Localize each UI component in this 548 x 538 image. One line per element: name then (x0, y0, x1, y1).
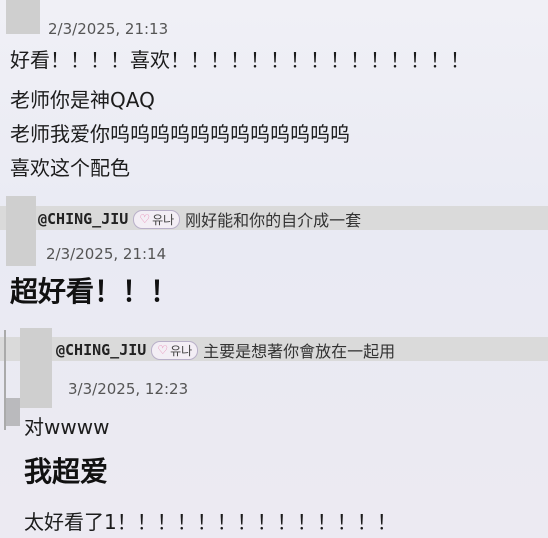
badge-label: 유나 (152, 212, 175, 227)
user-badge: ♡ 유나 (133, 209, 181, 229)
avatar-edge (6, 398, 20, 426)
message-line: 老师我爱你呜呜呜呜呜呜呜呜呜呜呜呜 (10, 122, 350, 146)
reply-text: 主要是想著你會放在一起用 (203, 342, 396, 361)
badge-label: 유나 (170, 343, 193, 358)
timestamp: 2/3/2025, 21:13 (48, 20, 169, 38)
message-line: 对wwww (24, 415, 110, 439)
timestamp: 3/3/2025, 12:23 (68, 380, 189, 398)
message-bold: 我超爱 (24, 455, 109, 488)
message-line: 好看！！！！喜欢！！！！！！！！！！！！！！！ (10, 48, 470, 72)
heart-icon: ♡ (139, 212, 151, 226)
reply-quote[interactable]: @CHING_JIU ♡ 유나 刚好能和你的自介成一套 (38, 208, 361, 230)
reply-text: 刚好能和你的自介成一套 (185, 211, 362, 230)
reply-handle[interactable]: @CHING_JIU (56, 341, 146, 359)
reply-quote[interactable]: @CHING_JIU ♡ 유나 主要是想著你會放在一起用 (56, 339, 395, 361)
message-line: 老师你是神QAQ (10, 88, 155, 112)
avatar[interactable] (6, 0, 40, 34)
timestamp: 2/3/2025, 21:14 (46, 245, 167, 263)
reply-handle[interactable]: @CHING_JIU (38, 210, 128, 228)
avatar[interactable] (20, 328, 52, 408)
avatar[interactable] (6, 196, 36, 266)
message-line: 太好看了1！！！！！！！！！！！！！！ (24, 510, 397, 534)
message-line: 喜欢这个配色 (10, 156, 130, 180)
user-badge: ♡ 유나 (151, 340, 199, 360)
heart-icon: ♡ (157, 343, 169, 357)
message-bold: 超好看！！！ (10, 275, 179, 308)
